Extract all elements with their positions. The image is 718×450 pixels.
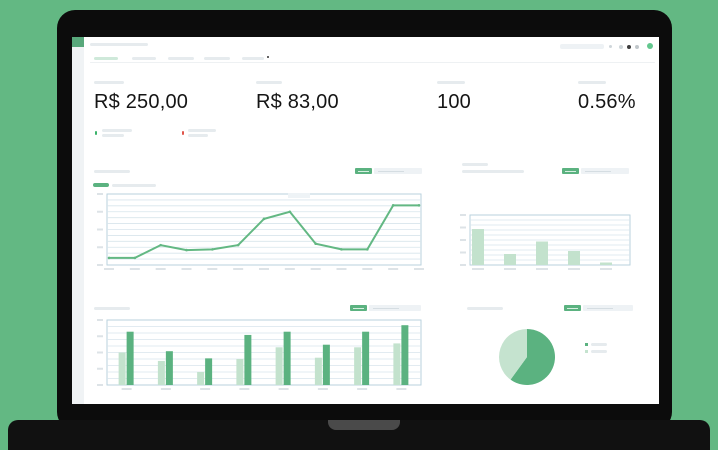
bar-chart-y-tick-label (460, 239, 466, 241)
line-x-tick-label (414, 268, 424, 270)
bar (600, 262, 612, 265)
line-point (185, 248, 188, 252)
bar-x-tick-label (600, 268, 612, 270)
dashboard-screen: R$ 250,00 R$ 83,00 100 0.56% (72, 37, 659, 404)
line-point (262, 217, 266, 221)
grouped-chart-y-tick-label (97, 384, 103, 386)
grouped-bar-light (236, 359, 244, 385)
line-x-tick-label (336, 268, 347, 270)
line-chart-y-tick-label (97, 264, 103, 266)
line-point (236, 243, 240, 247)
line-chart-y-tick-label (97, 228, 103, 231)
grouped-bar-light (314, 357, 322, 385)
bar-x-tick-label (472, 268, 484, 270)
grouped-bar-dark (244, 334, 252, 385)
grouped-bar-light (197, 372, 205, 385)
grouped-x-tick-label (396, 388, 407, 390)
line-point (340, 248, 343, 251)
grouped-bar-light (275, 347, 283, 385)
grouped-bar-dark (205, 358, 213, 385)
bar-x-tick-label (504, 268, 516, 270)
grouped-chart-y-tick-label (97, 335, 103, 338)
charts-layer (97, 193, 631, 390)
bar-x-tick-label (568, 268, 580, 270)
line-x-tick-label (233, 268, 244, 270)
grouped-chart-y-tick-label (97, 367, 103, 370)
line-x-tick-label (181, 268, 192, 270)
grouped-x-tick-label (239, 388, 250, 390)
grouped-bar-dark (126, 331, 134, 385)
bar-x-tick-label (536, 268, 548, 270)
grouped-bar-light (157, 360, 165, 385)
bar-chart-y-tick-label (460, 251, 466, 254)
bar (504, 254, 516, 265)
grouped-bar-dark (362, 331, 370, 385)
line-x-tick-label (104, 268, 114, 270)
line-x-tick-label (155, 268, 166, 270)
line-point (366, 248, 369, 251)
line-chart-y-tick-label (97, 193, 103, 195)
line-x-tick-label (310, 268, 321, 270)
line-point (314, 242, 317, 245)
line-chart-y-tick-label (97, 210, 103, 213)
line-point (288, 210, 292, 214)
grouped-chart-y-tick-label (97, 351, 103, 354)
line-point (107, 256, 111, 260)
line-x-tick-label (259, 268, 269, 270)
grouped-x-tick-label (357, 388, 368, 390)
grouped-bar-light (393, 343, 401, 385)
grouped-bar-light (118, 352, 126, 385)
bar-chart-y-tick-label (460, 226, 466, 229)
line-x-tick-label (284, 268, 295, 270)
bar (568, 251, 580, 265)
bar (536, 241, 548, 265)
bar (472, 229, 484, 265)
grouped-bar-dark (401, 325, 409, 385)
grouped-x-tick-label (317, 388, 328, 390)
bar-chart-y-tick-label (460, 214, 466, 216)
grouped-bar-dark (283, 331, 291, 385)
grouped-chart-y-tick-label (97, 319, 103, 321)
line-point (159, 243, 162, 247)
grouped-x-tick-label (278, 388, 289, 390)
line-point (133, 256, 137, 260)
grouped-bar-dark (165, 351, 173, 385)
line-chart-tooltip (288, 193, 310, 198)
line-chart-y-tick-label (97, 246, 103, 249)
line-x-tick-label (388, 268, 399, 270)
line-point (417, 204, 421, 207)
line-series (109, 204, 419, 259)
line-point (211, 248, 214, 251)
laptop-hinge (328, 420, 400, 430)
bar-chart-y-tick-label (460, 264, 466, 266)
line-x-tick-label (129, 268, 140, 270)
grouped-bar-light (354, 347, 362, 385)
grouped-x-tick-label (200, 388, 211, 390)
line-x-tick-label (362, 268, 373, 270)
line-x-tick-label (207, 268, 218, 270)
grouped-x-tick-label (121, 388, 132, 390)
line-point (391, 204, 395, 207)
grouped-x-tick-label (160, 388, 171, 390)
grouped-bar-dark (322, 344, 330, 385)
